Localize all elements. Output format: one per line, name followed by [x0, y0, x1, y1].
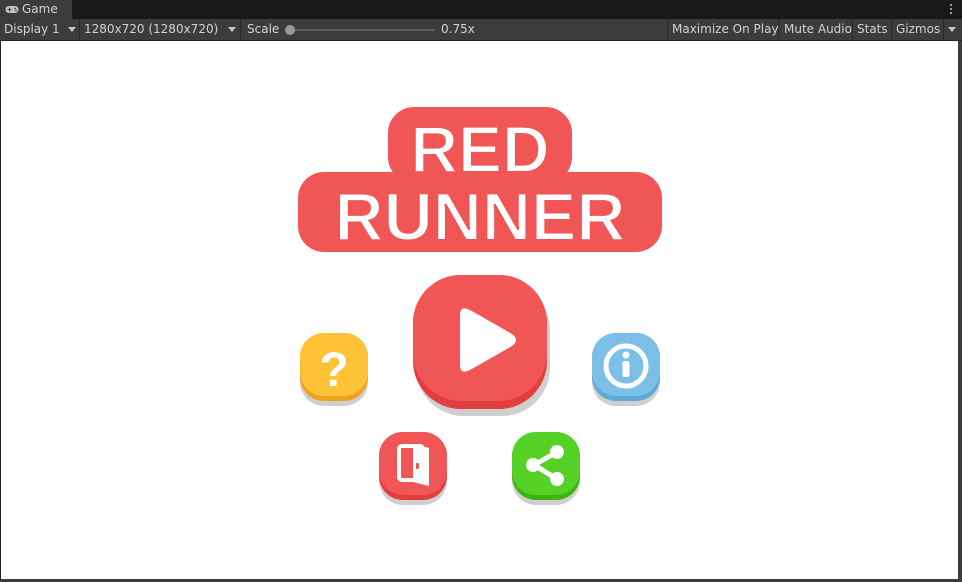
stats-button[interactable]: Stats — [857, 19, 888, 40]
share-button[interactable] — [508, 430, 584, 506]
exit-button[interactable] — [375, 430, 451, 506]
resolution-dropdown-label: 1280x720 (1280x720) — [84, 22, 219, 36]
logo-title-line2: RUNNER — [335, 179, 626, 255]
display-dropdown[interactable]: Display 1 — [4, 19, 78, 40]
mute-audio-button[interactable]: Mute Audio — [784, 19, 852, 40]
game-logo: RED RUNNER — [298, 107, 662, 256]
tab-game[interactable]: Game — [0, 0, 72, 19]
scale-label: Scale — [247, 22, 280, 36]
logo-title-line1: RED — [410, 112, 549, 186]
gizmos-chevron-down-icon[interactable] — [948, 27, 956, 32]
resolution-chevron-down-icon — [228, 27, 236, 32]
info-button[interactable] — [588, 331, 664, 407]
display-dropdown-label: Display 1 — [4, 22, 60, 36]
gizmos-button[interactable]: Gizmos — [896, 19, 940, 40]
question-icon: ? — [319, 344, 348, 397]
help-button[interactable]: ? — [296, 331, 372, 407]
gamepad-icon — [5, 6, 19, 13]
editor-tab-bar: Game — [0, 0, 962, 19]
game-toolbar: Display 1 1280x720 (1280x720) Scale 0.75… — [0, 19, 962, 41]
tab-game-label: Game — [22, 2, 58, 16]
scale-slider-thumb[interactable] — [285, 25, 295, 35]
scale-value: 0.75x — [441, 22, 475, 36]
more-options-icon[interactable] — [949, 3, 953, 16]
maximize-on-play-button[interactable]: Maximize On Play — [672, 19, 779, 40]
scale-slider-track[interactable] — [289, 29, 435, 31]
resolution-dropdown[interactable]: 1280x720 (1280x720) — [84, 19, 239, 40]
display-chevron-down-icon — [68, 27, 76, 32]
play-button[interactable] — [408, 272, 554, 418]
